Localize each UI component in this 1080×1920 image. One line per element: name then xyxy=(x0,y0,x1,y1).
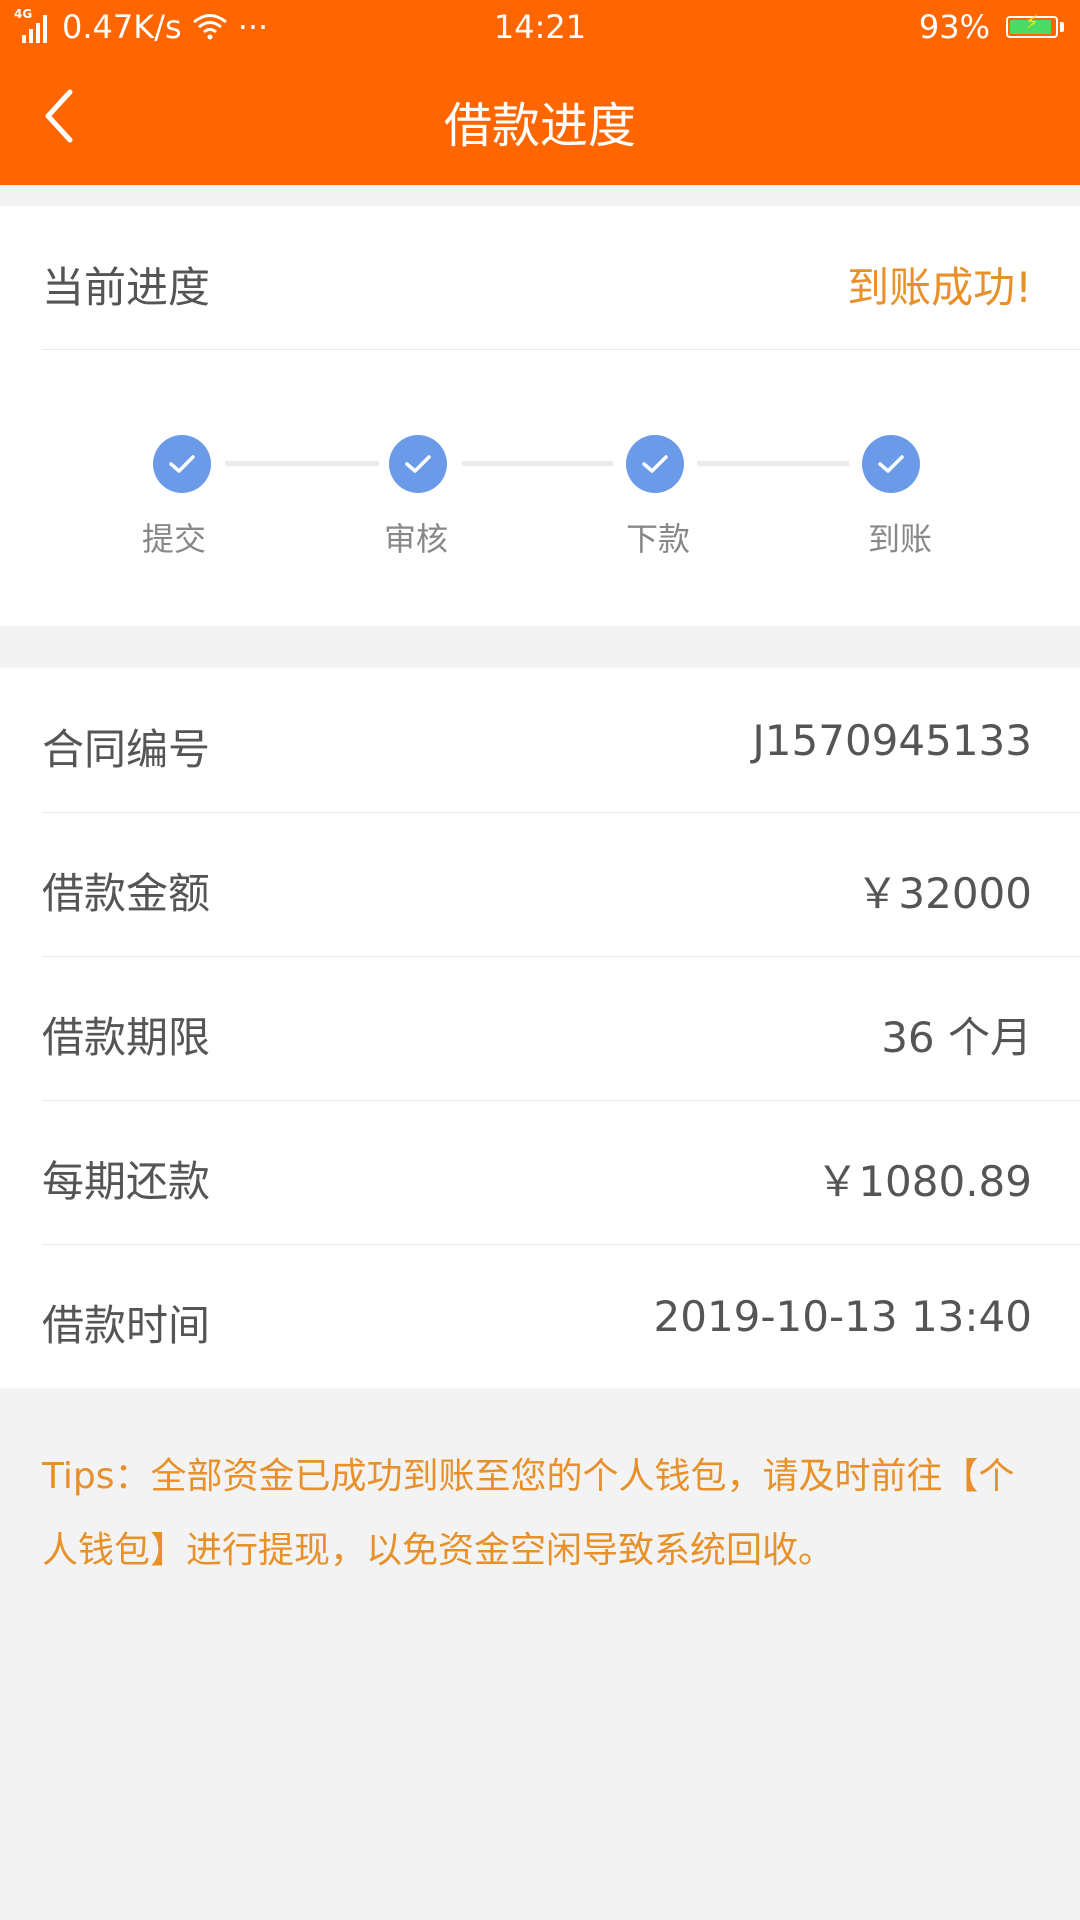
loan-info-card: 合同编号 J1570945133 借款金额 ￥32000 借款期限 36 个月 … xyxy=(0,668,1080,1388)
loan-amount-value: ￥32000 xyxy=(856,869,1032,918)
step-connector xyxy=(462,461,613,466)
contract-number-label: 合同编号 xyxy=(42,725,211,774)
progress-header: 当前进度 到账成功! xyxy=(42,206,1080,350)
step-label-review: 审核 xyxy=(383,520,448,558)
battery-percent: 93% xyxy=(918,8,990,46)
progress-card: 当前进度 到账成功! 提交 审核 下款 到账 xyxy=(0,206,1080,626)
progress-status: 到账成功! xyxy=(847,263,1032,312)
app-header: 借款进度 xyxy=(0,56,1080,185)
installment-value: ￥1080.89 xyxy=(816,1157,1032,1206)
loan-time-label: 借款时间 xyxy=(42,1301,211,1350)
loan-time-row: 借款时间 2019-10-13 13:40 xyxy=(42,1244,1080,1388)
step-check-icon xyxy=(862,435,920,493)
loan-term-value: 36 个月 xyxy=(881,1013,1032,1062)
step-label-arrived: 到账 xyxy=(867,520,932,558)
contract-number-value: J1570945133 xyxy=(752,716,1032,765)
step-connector xyxy=(697,461,849,466)
progress-label: 当前进度 xyxy=(42,263,211,312)
step-connector xyxy=(225,461,379,466)
status-time: 14:21 xyxy=(493,8,587,46)
battery-icon: ⚡ xyxy=(1006,10,1058,38)
step-check-icon xyxy=(626,435,684,493)
installment-label: 每期还款 xyxy=(42,1157,211,1206)
tips-text: Tips：全部资金已成功到账至您的个人钱包，请及时前往【个人钱包】进行提现，以免… xyxy=(42,1456,1015,1571)
installment-row: 每期还款 ￥1080.89 xyxy=(42,1100,1080,1245)
step-check-icon xyxy=(153,435,211,493)
contract-number-row: 合同编号 J1570945133 xyxy=(42,668,1080,813)
step-label-submit: 提交 xyxy=(141,520,206,558)
loan-amount-row: 借款金额 ￥32000 xyxy=(42,812,1080,957)
step-check-icon xyxy=(389,435,447,493)
top-bar: 4G 0.47K/s ··· 14:21 93% ⚡ 借款进度 xyxy=(0,0,1080,185)
page-title: 借款进度 xyxy=(443,98,636,154)
loan-term-label: 借款期限 xyxy=(42,1013,211,1062)
status-bar: 4G 0.47K/s ··· 14:21 93% ⚡ xyxy=(0,0,1080,56)
progress-steps: 提交 审核 下款 到账 xyxy=(0,349,1080,626)
loan-term-row: 借款期限 36 个月 xyxy=(42,956,1080,1101)
step-label-disburse: 下款 xyxy=(625,520,690,558)
loan-amount-label: 借款金额 xyxy=(42,869,211,918)
loan-time-value: 2019-10-13 13:40 xyxy=(653,1292,1032,1341)
